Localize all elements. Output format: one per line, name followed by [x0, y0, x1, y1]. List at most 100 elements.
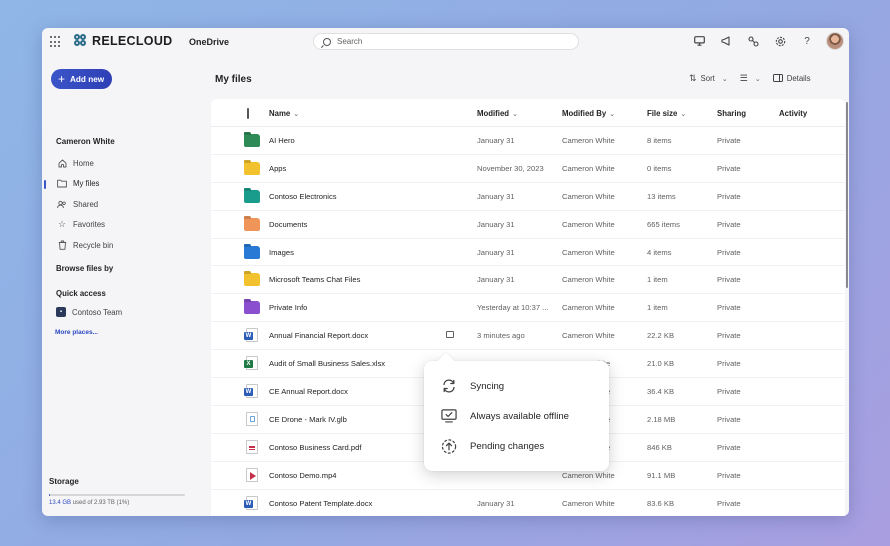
account-name: Cameron White: [56, 137, 115, 146]
sidebar-item-my-files[interactable]: My files: [42, 174, 210, 195]
storage-total-text: used of 2.93 TB (1%): [71, 500, 130, 506]
offline-status-icon[interactable]: [446, 331, 454, 339]
chevron-down-icon: ⌄: [609, 111, 616, 118]
modified-by: Cameron White: [562, 163, 615, 173]
excel-workbook-icon: X: [244, 356, 258, 371]
column-modified-by[interactable]: Modified By ⌄: [562, 109, 615, 118]
sync-status-popup: Syncing Always available offline Pending…: [424, 361, 609, 471]
file-name[interactable]: AI Hero: [269, 136, 295, 145]
plus-icon: +: [58, 72, 66, 86]
search-placeholder: Search: [337, 37, 363, 46]
view-options-button[interactable]: ☰ ⌄: [740, 73, 761, 84]
file-name[interactable]: Microsoft Teams Chat Files: [269, 275, 360, 284]
user-avatar[interactable]: [826, 32, 844, 50]
sidebar-item-label: Shared: [73, 199, 99, 209]
file-name[interactable]: Contoso Electronics: [269, 192, 337, 201]
column-sharing[interactable]: Sharing: [717, 109, 746, 118]
modified-by: Cameron White: [562, 191, 615, 201]
view-toolbar: ⇅ Sort ⌄ ☰ ⌄ Details: [689, 73, 811, 84]
sidebar: + Add new Cameron White Home My files Sh…: [42, 56, 210, 516]
sidebar-item-shared[interactable]: Shared: [42, 194, 210, 215]
file-name[interactable]: Private Info: [269, 303, 307, 312]
file-size: 665 items: [647, 219, 680, 229]
column-name[interactable]: Name ⌄: [269, 109, 299, 118]
help-icon[interactable]: ?: [800, 34, 814, 48]
settings-gear-icon[interactable]: [773, 34, 787, 48]
sort-label: Sort: [700, 74, 715, 83]
file-name[interactable]: Audit of Small Business Sales.xlsx: [269, 359, 385, 368]
details-label: Details: [786, 74, 811, 83]
file-list-header: Name ⌄ Modified ⌄ Modified By ⌄ File size ⌄ …: [211, 99, 845, 127]
recycle-bin-icon: [57, 240, 67, 250]
file-size: 4 items: [647, 247, 672, 257]
search-box[interactable]: Search: [313, 33, 579, 50]
file-name[interactable]: CE Drone - Mark IV.glb: [269, 415, 347, 424]
vertical-scrollbar[interactable]: [846, 102, 848, 288]
popup-item-label: Pending changes: [470, 440, 545, 452]
column-file-size-label: File size: [647, 109, 678, 118]
column-modified[interactable]: Modified ⌄: [477, 109, 518, 118]
people-icon: [57, 199, 67, 209]
search-icon: [323, 37, 331, 46]
file-name[interactable]: Contoso Demo.mp4: [269, 471, 337, 480]
file-size: 2.18 MB: [647, 414, 676, 424]
megaphone-icon[interactable]: [719, 34, 733, 48]
file-name[interactable]: Images: [269, 248, 294, 257]
list-view-icon: ☰: [739, 73, 748, 83]
word-document-icon: W: [244, 328, 258, 343]
file-name[interactable]: Apps: [269, 164, 286, 173]
storage-usage-text[interactable]: 13.4 GB used of 2.93 TB (1%): [49, 500, 129, 506]
file-type-icon[interactable]: [247, 108, 249, 119]
modified-by: Cameron White: [562, 303, 615, 313]
sidebar-item-favorites[interactable]: ☆ Favorites: [42, 215, 210, 236]
app-launcher-icon[interactable]: [50, 36, 62, 48]
share-network-icon[interactable]: [746, 34, 760, 48]
more-places-link[interactable]: More places...: [55, 329, 98, 336]
modified-date: January 31: [477, 247, 515, 257]
modified-date: Yesterday at 10:37 ...: [477, 303, 549, 313]
sort-button[interactable]: ⇅ Sort ⌄: [689, 73, 728, 84]
app-name[interactable]: OneDrive: [189, 37, 229, 47]
column-file-size[interactable]: File size ⌄: [647, 109, 686, 118]
file-name[interactable]: Annual Financial Report.docx: [269, 331, 368, 340]
chevron-down-icon: ⌄: [754, 75, 761, 83]
add-new-button[interactable]: + Add new: [51, 69, 112, 89]
file-row[interactable]: W Contoso Patent Template.docx January 31 C…: [211, 490, 845, 516]
sharing-status: Private: [717, 163, 741, 173]
popup-item-pending: Pending changes: [441, 438, 544, 454]
modified-date: January 31: [477, 275, 515, 285]
file-row[interactable]: Apps November 30, 2023 Cameron White 0 item…: [211, 155, 845, 183]
file-name[interactable]: CE Annual Report.docx: [269, 387, 348, 396]
file-size: 1 item: [647, 275, 668, 285]
file-size: 21.0 KB: [647, 359, 675, 369]
file-row[interactable]: Documents January 31 Cameron White 665 item…: [211, 211, 845, 239]
star-icon: ☆: [57, 219, 67, 230]
quick-access-item-contoso-team[interactable]: ▪ Contoso Team: [56, 307, 122, 317]
file-name[interactable]: Contoso Patent Template.docx: [269, 499, 372, 508]
column-activity[interactable]: Activity: [779, 109, 807, 118]
file-row[interactable]: Private Info Yesterday at 10:37 ... Camero…: [211, 294, 845, 323]
browse-files-by-heading[interactable]: Browse files by: [56, 264, 113, 273]
file-row[interactable]: Contoso Electronics January 31 Cameron Whi…: [211, 183, 845, 211]
file-row[interactable]: Microsoft Teams Chat Files January 31 Came…: [211, 266, 845, 295]
details-button[interactable]: Details: [772, 73, 811, 84]
brand[interactable]: RELECLOUD: [74, 34, 172, 48]
folder-icon: [244, 161, 260, 175]
sync-icon: [441, 378, 457, 394]
sharing-status: Private: [717, 442, 741, 452]
file-row[interactable]: W Annual Financial Report.docx 3 minutes a…: [211, 322, 845, 351]
file-name[interactable]: Contoso Business Card.pdf: [269, 443, 361, 452]
monitor-icon[interactable]: [692, 34, 706, 48]
file-row[interactable]: Images January 31 Cameron White 4 items Priv…: [211, 239, 845, 267]
sharing-status: Private: [717, 275, 741, 285]
file-row[interactable]: AI Hero January 31 Cameron White 8 items Pri…: [211, 127, 845, 155]
folder-icon: [244, 134, 260, 147]
modified-by: Cameron White: [562, 470, 615, 480]
modified-by: Cameron White: [562, 247, 615, 257]
file-name[interactable]: Documents: [269, 220, 307, 229]
modified-date: January 31: [477, 191, 515, 201]
sidebar-item-recycle-bin[interactable]: Recycle bin: [42, 235, 210, 256]
storage-used-amount: 13.4 GB: [49, 500, 72, 506]
modified-by: Cameron White: [562, 219, 615, 229]
sidebar-item-home[interactable]: Home: [42, 153, 210, 174]
